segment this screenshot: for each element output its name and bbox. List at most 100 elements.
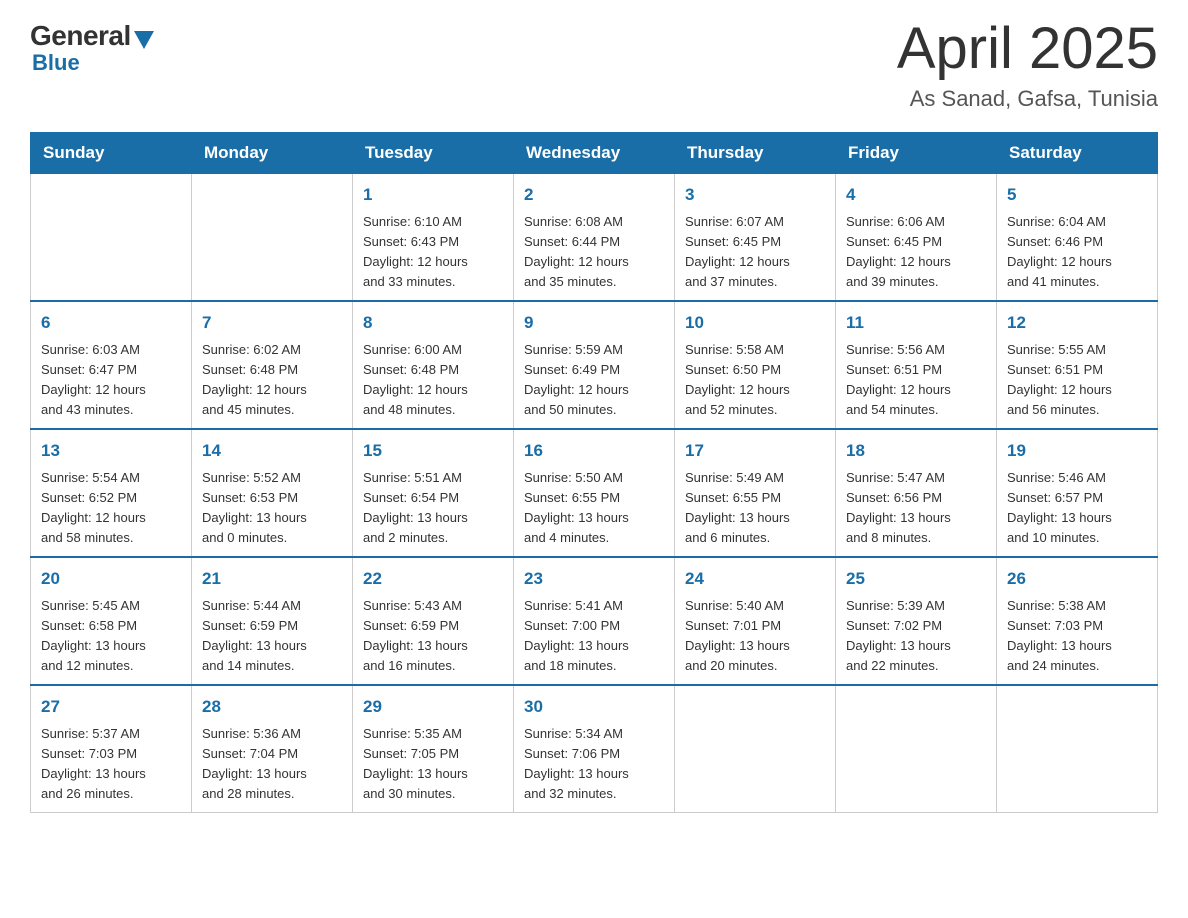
calendar-cell: 9 Sunrise: 5:59 AM Sunset: 6:49 PM Daylig… bbox=[514, 301, 675, 429]
day-number: 5 bbox=[1007, 182, 1147, 208]
day-info: Sunrise: 5:54 AM Sunset: 6:52 PM Dayligh… bbox=[41, 468, 181, 549]
calendar-cell: 5 Sunrise: 6:04 AM Sunset: 6:46 PM Daylig… bbox=[997, 174, 1158, 302]
day-number: 22 bbox=[363, 566, 503, 592]
day-info: Sunrise: 5:36 AM Sunset: 7:04 PM Dayligh… bbox=[202, 724, 342, 805]
day-number: 18 bbox=[846, 438, 986, 464]
day-info: Sunrise: 6:10 AM Sunset: 6:43 PM Dayligh… bbox=[363, 212, 503, 293]
calendar-cell: 27 Sunrise: 5:37 AM Sunset: 7:03 PM Dayli… bbox=[31, 685, 192, 813]
calendar-cell: 3 Sunrise: 6:07 AM Sunset: 6:45 PM Daylig… bbox=[675, 174, 836, 302]
calendar-week-row: 6 Sunrise: 6:03 AM Sunset: 6:47 PM Daylig… bbox=[31, 301, 1158, 429]
day-number: 21 bbox=[202, 566, 342, 592]
calendar-cell: 10 Sunrise: 5:58 AM Sunset: 6:50 PM Dayli… bbox=[675, 301, 836, 429]
calendar-cell: 26 Sunrise: 5:38 AM Sunset: 7:03 PM Dayli… bbox=[997, 557, 1158, 685]
column-header-monday: Monday bbox=[192, 133, 353, 174]
location-title: As Sanad, Gafsa, Tunisia bbox=[897, 86, 1158, 112]
day-number: 16 bbox=[524, 438, 664, 464]
day-info: Sunrise: 5:44 AM Sunset: 6:59 PM Dayligh… bbox=[202, 596, 342, 677]
day-info: Sunrise: 5:58 AM Sunset: 6:50 PM Dayligh… bbox=[685, 340, 825, 421]
day-info: Sunrise: 5:50 AM Sunset: 6:55 PM Dayligh… bbox=[524, 468, 664, 549]
day-number: 14 bbox=[202, 438, 342, 464]
day-info: Sunrise: 6:07 AM Sunset: 6:45 PM Dayligh… bbox=[685, 212, 825, 293]
day-info: Sunrise: 5:49 AM Sunset: 6:55 PM Dayligh… bbox=[685, 468, 825, 549]
day-number: 26 bbox=[1007, 566, 1147, 592]
calendar-cell: 18 Sunrise: 5:47 AM Sunset: 6:56 PM Dayli… bbox=[836, 429, 997, 557]
day-number: 13 bbox=[41, 438, 181, 464]
day-info: Sunrise: 5:51 AM Sunset: 6:54 PM Dayligh… bbox=[363, 468, 503, 549]
logo: General Blue bbox=[30, 20, 154, 76]
calendar-cell: 16 Sunrise: 5:50 AM Sunset: 6:55 PM Dayli… bbox=[514, 429, 675, 557]
day-number: 12 bbox=[1007, 310, 1147, 336]
day-number: 28 bbox=[202, 694, 342, 720]
day-number: 17 bbox=[685, 438, 825, 464]
calendar-cell: 8 Sunrise: 6:00 AM Sunset: 6:48 PM Daylig… bbox=[353, 301, 514, 429]
day-number: 1 bbox=[363, 182, 503, 208]
calendar-week-row: 13 Sunrise: 5:54 AM Sunset: 6:52 PM Dayli… bbox=[31, 429, 1158, 557]
calendar-cell: 4 Sunrise: 6:06 AM Sunset: 6:45 PM Daylig… bbox=[836, 174, 997, 302]
logo-triangle-icon bbox=[134, 31, 154, 49]
day-number: 20 bbox=[41, 566, 181, 592]
column-header-friday: Friday bbox=[836, 133, 997, 174]
day-number: 11 bbox=[846, 310, 986, 336]
calendar-cell: 2 Sunrise: 6:08 AM Sunset: 6:44 PM Daylig… bbox=[514, 174, 675, 302]
calendar-cell: 30 Sunrise: 5:34 AM Sunset: 7:06 PM Dayli… bbox=[514, 685, 675, 813]
title-section: April 2025 As Sanad, Gafsa, Tunisia bbox=[897, 20, 1158, 112]
day-info: Sunrise: 5:47 AM Sunset: 6:56 PM Dayligh… bbox=[846, 468, 986, 549]
logo-general-text: General bbox=[30, 20, 131, 52]
day-info: Sunrise: 6:03 AM Sunset: 6:47 PM Dayligh… bbox=[41, 340, 181, 421]
day-number: 24 bbox=[685, 566, 825, 592]
calendar-cell: 25 Sunrise: 5:39 AM Sunset: 7:02 PM Dayli… bbox=[836, 557, 997, 685]
calendar-cell: 24 Sunrise: 5:40 AM Sunset: 7:01 PM Dayli… bbox=[675, 557, 836, 685]
calendar-cell: 19Sunrise: 5:46 AM Sunset: 6:57 PM Dayli… bbox=[997, 429, 1158, 557]
day-number: 25 bbox=[846, 566, 986, 592]
calendar-cell: 23Sunrise: 5:41 AM Sunset: 7:00 PM Dayli… bbox=[514, 557, 675, 685]
day-info: Sunrise: 5:38 AM Sunset: 7:03 PM Dayligh… bbox=[1007, 596, 1147, 677]
day-info: Sunrise: 6:06 AM Sunset: 6:45 PM Dayligh… bbox=[846, 212, 986, 293]
calendar-cell: 28 Sunrise: 5:36 AM Sunset: 7:04 PM Dayli… bbox=[192, 685, 353, 813]
day-number: 10 bbox=[685, 310, 825, 336]
day-info: Sunrise: 5:40 AM Sunset: 7:01 PM Dayligh… bbox=[685, 596, 825, 677]
month-title: April 2025 bbox=[897, 20, 1158, 78]
calendar-cell bbox=[192, 174, 353, 302]
calendar-week-row: 1 Sunrise: 6:10 AM Sunset: 6:43 PM Daylig… bbox=[31, 174, 1158, 302]
calendar-cell: 20Sunrise: 5:45 AM Sunset: 6:58 PM Dayli… bbox=[31, 557, 192, 685]
calendar-week-row: 27 Sunrise: 5:37 AM Sunset: 7:03 PM Dayli… bbox=[31, 685, 1158, 813]
calendar-cell bbox=[675, 685, 836, 813]
day-info: Sunrise: 5:55 AM Sunset: 6:51 PM Dayligh… bbox=[1007, 340, 1147, 421]
day-info: Sunrise: 5:34 AM Sunset: 7:06 PM Dayligh… bbox=[524, 724, 664, 805]
day-info: Sunrise: 6:04 AM Sunset: 6:46 PM Dayligh… bbox=[1007, 212, 1147, 293]
day-info: Sunrise: 5:59 AM Sunset: 6:49 PM Dayligh… bbox=[524, 340, 664, 421]
calendar-table: SundayMondayTuesdayWednesdayThursdayFrid… bbox=[30, 132, 1158, 813]
logo-blue-text: Blue bbox=[32, 50, 80, 76]
calendar-cell: 21 Sunrise: 5:44 AM Sunset: 6:59 PM Dayli… bbox=[192, 557, 353, 685]
day-number: 6 bbox=[41, 310, 181, 336]
calendar-cell: 17 Sunrise: 5:49 AM Sunset: 6:55 PM Dayli… bbox=[675, 429, 836, 557]
day-info: Sunrise: 6:00 AM Sunset: 6:48 PM Dayligh… bbox=[363, 340, 503, 421]
day-info: Sunrise: 5:37 AM Sunset: 7:03 PM Dayligh… bbox=[41, 724, 181, 805]
day-info: Sunrise: 5:52 AM Sunset: 6:53 PM Dayligh… bbox=[202, 468, 342, 549]
day-number: 3 bbox=[685, 182, 825, 208]
day-number: 9 bbox=[524, 310, 664, 336]
column-header-sunday: Sunday bbox=[31, 133, 192, 174]
day-number: 7 bbox=[202, 310, 342, 336]
calendar-cell bbox=[31, 174, 192, 302]
day-info: Sunrise: 5:56 AM Sunset: 6:51 PM Dayligh… bbox=[846, 340, 986, 421]
day-number: 4 bbox=[846, 182, 986, 208]
day-info: Sunrise: 5:39 AM Sunset: 7:02 PM Dayligh… bbox=[846, 596, 986, 677]
calendar-cell: 11 Sunrise: 5:56 AM Sunset: 6:51 PM Dayli… bbox=[836, 301, 997, 429]
calendar-cell: 7 Sunrise: 6:02 AM Sunset: 6:48 PM Daylig… bbox=[192, 301, 353, 429]
day-info: Sunrise: 5:35 AM Sunset: 7:05 PM Dayligh… bbox=[363, 724, 503, 805]
day-number: 29 bbox=[363, 694, 503, 720]
day-number: 2 bbox=[524, 182, 664, 208]
day-number: 30 bbox=[524, 694, 664, 720]
calendar-cell bbox=[997, 685, 1158, 813]
day-number: 27 bbox=[41, 694, 181, 720]
calendar-cell: 12 Sunrise: 5:55 AM Sunset: 6:51 PM Dayli… bbox=[997, 301, 1158, 429]
column-header-tuesday: Tuesday bbox=[353, 133, 514, 174]
calendar-cell: 1 Sunrise: 6:10 AM Sunset: 6:43 PM Daylig… bbox=[353, 174, 514, 302]
day-info: Sunrise: 6:02 AM Sunset: 6:48 PM Dayligh… bbox=[202, 340, 342, 421]
day-number: 8 bbox=[363, 310, 503, 336]
calendar-week-row: 20Sunrise: 5:45 AM Sunset: 6:58 PM Dayli… bbox=[31, 557, 1158, 685]
calendar-cell: 13 Sunrise: 5:54 AM Sunset: 6:52 PM Dayli… bbox=[31, 429, 192, 557]
day-info: Sunrise: 6:08 AM Sunset: 6:44 PM Dayligh… bbox=[524, 212, 664, 293]
calendar-header-row: SundayMondayTuesdayWednesdayThursdayFrid… bbox=[31, 133, 1158, 174]
